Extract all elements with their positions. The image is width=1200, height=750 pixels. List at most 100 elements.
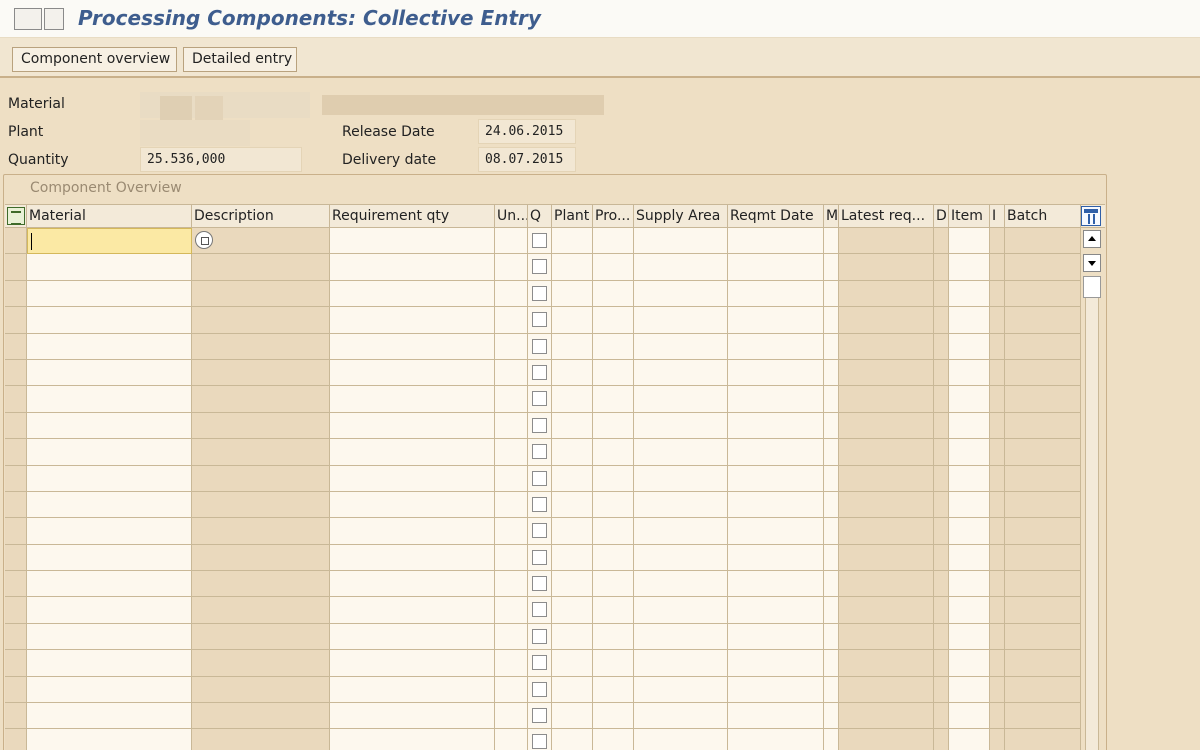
cell-pro[interactable] xyxy=(593,571,634,598)
cell-supply-area[interactable] xyxy=(634,650,728,677)
row-selector[interactable] xyxy=(5,465,27,492)
cell-m[interactable] xyxy=(824,280,839,308)
cell-item[interactable] xyxy=(949,729,990,750)
cell-item[interactable] xyxy=(949,280,990,308)
column-header-pro[interactable]: Pro... xyxy=(593,205,634,229)
cell-pro[interactable] xyxy=(593,228,634,255)
cell-unit[interactable] xyxy=(495,676,528,704)
cell-unit[interactable] xyxy=(495,703,528,730)
cell-reqmt-date[interactable] xyxy=(728,359,824,387)
cell-plant[interactable] xyxy=(552,518,593,545)
cell-q[interactable] xyxy=(528,518,552,545)
cell-m[interactable] xyxy=(824,597,839,624)
plant-field[interactable] xyxy=(140,120,250,146)
cell-reqmt-date[interactable] xyxy=(728,439,824,466)
cell-plant[interactable] xyxy=(552,333,593,360)
cell-reqmt-date[interactable] xyxy=(728,412,824,440)
cell-material[interactable] xyxy=(27,623,192,651)
cell-material[interactable] xyxy=(27,439,192,466)
cell-m[interactable] xyxy=(824,228,839,255)
cell-reqmt-date[interactable] xyxy=(728,254,824,281)
cell-m[interactable] xyxy=(824,386,839,413)
cell-supply-area[interactable] xyxy=(634,359,728,387)
cell-plant[interactable] xyxy=(552,307,593,334)
cell-unit[interactable] xyxy=(495,307,528,334)
cell-pro[interactable] xyxy=(593,623,634,651)
cell-supply-area[interactable] xyxy=(634,571,728,598)
cell-q[interactable] xyxy=(528,650,552,677)
cell-plant[interactable] xyxy=(552,412,593,440)
cell-supply-area[interactable] xyxy=(634,597,728,624)
cell-material[interactable] xyxy=(27,491,192,519)
cell-item[interactable] xyxy=(949,597,990,624)
cell-requirement-qty[interactable] xyxy=(330,623,495,651)
cell-plant[interactable] xyxy=(552,386,593,413)
row-selector[interactable] xyxy=(5,676,27,704)
cell-reqmt-date[interactable] xyxy=(728,571,824,598)
cell-supply-area[interactable] xyxy=(634,465,728,492)
delivery-date-field[interactable]: 08.07.2015 xyxy=(478,147,576,172)
vertical-scrollbar[interactable] xyxy=(1081,228,1103,750)
cell-pro[interactable] xyxy=(593,307,634,334)
cell-reqmt-date[interactable] xyxy=(728,623,824,651)
cell-description[interactable] xyxy=(192,544,330,572)
cell-description[interactable] xyxy=(192,571,330,598)
cell-requirement-qty[interactable] xyxy=(330,386,495,413)
cell-q[interactable] xyxy=(528,280,552,308)
cell-supply-area[interactable] xyxy=(634,280,728,308)
cell-q[interactable] xyxy=(528,544,552,572)
cell-unit[interactable] xyxy=(495,386,528,413)
cell-q[interactable] xyxy=(528,228,552,255)
cell-m[interactable] xyxy=(824,491,839,519)
cell-item[interactable] xyxy=(949,359,990,387)
q-checkbox[interactable] xyxy=(532,364,547,380)
row-selector[interactable] xyxy=(5,386,27,413)
q-checkbox[interactable] xyxy=(532,734,547,750)
row-selector[interactable] xyxy=(5,439,27,466)
row-selector[interactable] xyxy=(5,491,27,519)
cell-m[interactable] xyxy=(824,439,839,466)
cell-item[interactable] xyxy=(949,571,990,598)
cell-requirement-qty[interactable] xyxy=(330,333,495,360)
cell-material[interactable] xyxy=(27,412,192,440)
cell-reqmt-date[interactable] xyxy=(728,280,824,308)
cell-material[interactable] xyxy=(27,597,192,624)
q-checkbox[interactable] xyxy=(532,233,547,248)
cell-description[interactable] xyxy=(192,729,330,750)
cell-item[interactable] xyxy=(949,228,990,255)
cell-item[interactable] xyxy=(949,412,990,440)
cell-description[interactable] xyxy=(192,228,330,255)
cell-item[interactable] xyxy=(949,254,990,281)
cell-item[interactable] xyxy=(949,676,990,704)
cell-item[interactable] xyxy=(949,518,990,545)
cell-description[interactable] xyxy=(192,597,330,624)
cell-pro[interactable] xyxy=(593,280,634,308)
cell-m[interactable] xyxy=(824,650,839,677)
cell-m[interactable] xyxy=(824,676,839,704)
cell-pro[interactable] xyxy=(593,597,634,624)
row-selector[interactable] xyxy=(5,412,27,440)
cell-q[interactable] xyxy=(528,254,552,281)
cell-unit[interactable] xyxy=(495,571,528,598)
cell-description[interactable] xyxy=(192,650,330,677)
cell-item[interactable] xyxy=(949,491,990,519)
cell-q[interactable] xyxy=(528,412,552,440)
cell-material[interactable] xyxy=(27,571,192,598)
cell-unit[interactable] xyxy=(495,623,528,651)
row-selector[interactable] xyxy=(5,623,27,651)
cell-requirement-qty[interactable] xyxy=(330,676,495,704)
cell-supply-area[interactable] xyxy=(634,491,728,519)
cell-reqmt-date[interactable] xyxy=(728,491,824,519)
cell-pro[interactable] xyxy=(593,412,634,440)
row-selector[interactable] xyxy=(5,571,27,598)
cell-pro[interactable] xyxy=(593,333,634,360)
cell-pro[interactable] xyxy=(593,439,634,466)
cell-plant[interactable] xyxy=(552,729,593,750)
cell-q[interactable] xyxy=(528,359,552,387)
column-header-batch[interactable]: Batch xyxy=(1005,205,1081,229)
cell-q[interactable] xyxy=(528,729,552,750)
cell-m[interactable] xyxy=(824,544,839,572)
cell-q[interactable] xyxy=(528,465,552,492)
q-checkbox[interactable] xyxy=(532,681,547,697)
cell-pro[interactable] xyxy=(593,650,634,677)
